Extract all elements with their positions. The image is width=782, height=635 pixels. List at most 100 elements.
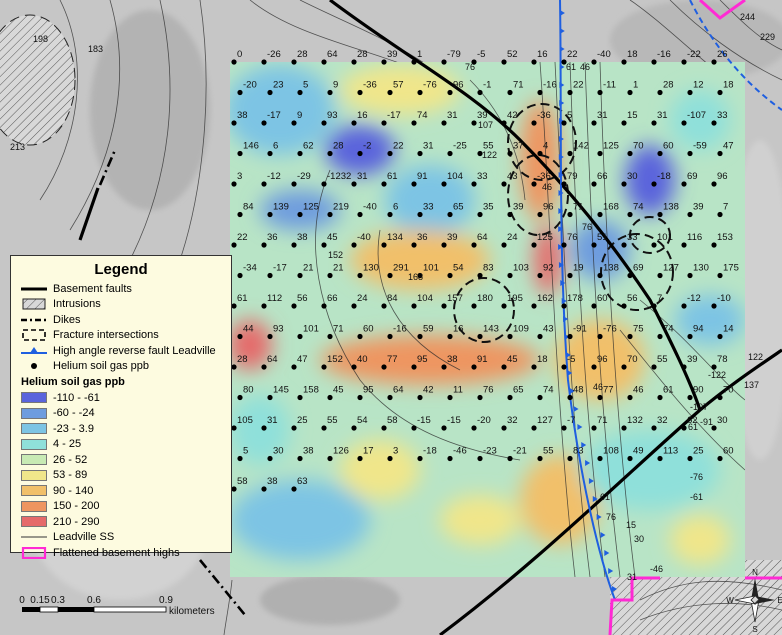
sample-dot (597, 272, 603, 279)
sample-dot (261, 486, 267, 492)
sample-value: -10 (717, 293, 731, 304)
sample-dot (321, 242, 327, 248)
sample-value: 157 (447, 293, 463, 304)
sample-dot (687, 211, 693, 218)
legend-item-label: Helium soil gas ppb (53, 360, 149, 373)
sample-dot (231, 181, 237, 187)
sample-dot (711, 59, 717, 65)
scale-tick-1: 0.15 (30, 595, 50, 606)
sample-value: 96 (543, 202, 554, 213)
sample-dot (411, 425, 417, 431)
sample-dot (651, 59, 657, 65)
sample-value: 65 (513, 385, 524, 396)
sample-value: 38 (267, 476, 278, 487)
sample-dot (591, 242, 597, 248)
sample-value: 62 (303, 141, 314, 152)
sample-dot (261, 181, 267, 187)
sample-value: 3 (237, 171, 242, 182)
sample-value: 112 (267, 293, 282, 304)
sample-dot (237, 333, 243, 340)
sample-dot (657, 150, 663, 157)
sample-value: 94 (693, 324, 704, 335)
sample-value: 60 (363, 324, 374, 335)
sample-dot (327, 150, 333, 157)
sample-dot (381, 181, 387, 187)
sample-dot (231, 120, 237, 126)
sample-value: 125 (537, 232, 553, 243)
sample-dot (591, 181, 597, 187)
sample-value: 61 (237, 293, 248, 304)
sample-value: 66 (597, 171, 608, 182)
sample-value: 83 (573, 446, 584, 457)
sample-dot (351, 181, 357, 187)
sample-dot (537, 150, 543, 157)
sample-value: 5 (243, 446, 248, 457)
sample-value: -29 (297, 171, 311, 182)
sample-dot (387, 394, 393, 401)
sample-value: 145 (273, 385, 289, 396)
legend-item-1: Intrusions (11, 297, 231, 313)
sample-value: 138 (663, 202, 679, 213)
sample-value: -16 (543, 80, 557, 91)
sample-dot (537, 455, 543, 462)
sample-dot (561, 242, 567, 248)
ramp-class-1: -60 - -24 (11, 406, 231, 422)
sample-value: 104 (447, 171, 463, 182)
sample-value: 33 (477, 171, 488, 182)
thick-line-icon (19, 283, 49, 295)
sample-value: -12 (267, 171, 281, 182)
magenta-box-icon (19, 546, 49, 559)
sample-dot (597, 211, 603, 218)
sample-dot (717, 455, 723, 462)
sample-dot (441, 242, 447, 248)
ramp-swatch (19, 500, 49, 512)
sample-dot (537, 333, 543, 340)
sample-dot (717, 333, 723, 340)
sample-dot (687, 333, 693, 340)
contour-label: -46 (650, 564, 663, 574)
scale-tick-4: 0.9 (159, 595, 173, 606)
sample-dot (657, 211, 663, 218)
sample-dot (651, 242, 657, 248)
sample-dot (717, 272, 723, 279)
sample-value: 16 (453, 324, 464, 335)
sample-value: -20 (477, 415, 491, 426)
sample-dot (657, 89, 663, 96)
scale-tick-2: 0.3 (51, 595, 65, 606)
sample-dot (291, 303, 297, 309)
sample-value: 17 (363, 446, 374, 457)
sample-dot (717, 150, 723, 157)
sample-value: 139 (273, 202, 289, 213)
sample-value: -16 (657, 49, 671, 60)
sample-dot (711, 364, 717, 370)
sample-value: 39 (693, 202, 704, 213)
legend-ramp: -110 - -61 -60 - -24 -23 - 3.9 4 - 25 26 - 5… (11, 390, 231, 530)
sample-dot (561, 364, 567, 370)
sample-value: 71 (333, 324, 344, 335)
sample-dot (417, 89, 423, 96)
sample-value: 70 (627, 354, 638, 365)
sample-dot (471, 303, 477, 309)
sample-value: 33 (627, 232, 638, 243)
sample-dot (237, 455, 243, 462)
ramp-label: 53 - 89 (53, 469, 88, 482)
sample-dot (621, 120, 627, 126)
sample-dot (507, 394, 513, 401)
ramp-swatch (19, 485, 49, 497)
sample-dot (417, 150, 423, 157)
sample-value: 3 (393, 446, 398, 457)
sample-dot (231, 242, 237, 248)
sample-value: 21 (333, 263, 344, 274)
sample-dot (687, 89, 693, 96)
sample-value: 168 (603, 202, 619, 213)
sample-value: 45 (507, 354, 518, 365)
sample-value: -21 (513, 446, 527, 457)
sample-value: 4 (543, 141, 548, 152)
sample-value: 39 (513, 202, 524, 213)
ramp-swatch (19, 516, 49, 528)
sample-value: -91 (573, 324, 587, 335)
sample-dot (591, 303, 597, 309)
sample-value: 55 (657, 354, 668, 365)
sample-dot (621, 364, 627, 370)
sample-dot (357, 150, 363, 157)
